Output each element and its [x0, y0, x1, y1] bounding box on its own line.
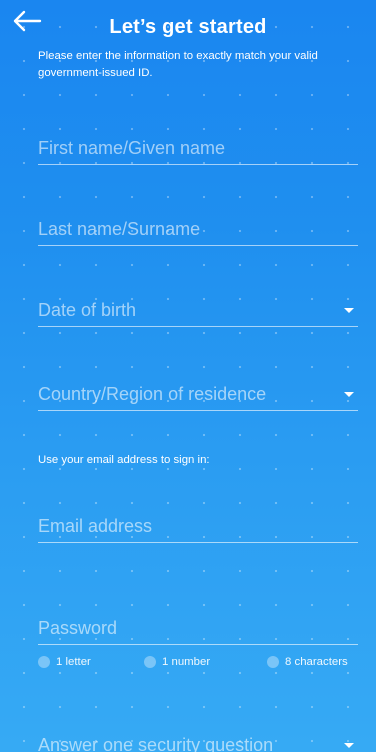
last-name-field-container [38, 217, 358, 246]
last-name-input[interactable] [38, 217, 358, 241]
caret-down-icon [344, 308, 354, 313]
requirement-number-label: 1 number [162, 656, 211, 668]
email-input[interactable] [38, 514, 358, 538]
requirement-number: 1 number [144, 654, 210, 670]
requirement-characters: 8 characters [267, 654, 348, 670]
email-section-label: Use your email address to sign in: [38, 454, 210, 466]
requirement-characters-label: 8 characters [285, 656, 348, 668]
security-question-select[interactable]: Answer one security question [38, 733, 358, 752]
signup-screen: Let’s get started Please enter the infor… [0, 0, 376, 752]
password-requirements: 1 letter 1 number 8 characters [38, 654, 358, 672]
page-title: Let’s get started [109, 16, 267, 38]
date-of-birth-label: Date of birth [38, 300, 137, 320]
requirement-letter: 1 letter [38, 654, 91, 670]
instructions-text: Please enter the information to exactly … [38, 50, 318, 79]
first-name-input[interactable] [38, 136, 358, 160]
caret-down-icon [344, 743, 354, 748]
date-of-birth-select[interactable]: Date of birth [38, 298, 358, 327]
security-question-label: Answer one security question [38, 735, 274, 752]
password-input[interactable] [38, 616, 358, 640]
caret-down-icon [344, 392, 354, 397]
check-circle-icon [267, 656, 279, 668]
country-region-select[interactable]: Country/Region of residence [38, 382, 358, 411]
requirement-letter-label: 1 letter [56, 656, 91, 668]
first-name-field-container [38, 136, 358, 165]
check-circle-icon [38, 656, 50, 668]
country-region-label: Country/Region of residence [38, 384, 267, 404]
header: Let’s get started [0, 0, 376, 40]
check-circle-icon [144, 656, 156, 668]
email-field-container [38, 514, 358, 543]
password-field-container [38, 616, 358, 645]
